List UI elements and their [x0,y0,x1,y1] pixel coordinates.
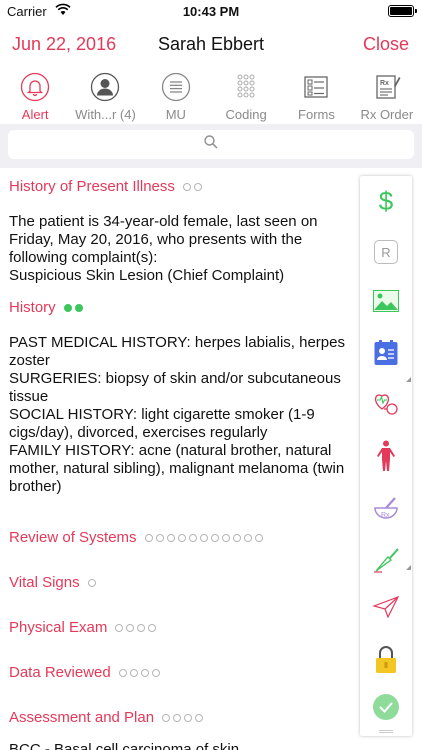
prescription-button[interactable]: Rx [360,491,412,531]
forms-tab[interactable]: Forms [281,66,351,124]
history-text: PAST MEDICAL HISTORY: herpes labialis, h… [9,334,354,496]
mu-label: MU [165,107,186,122]
history-line: PAST MEDICAL HISTORY: herpes labialis, h… [9,334,345,369]
vitals-section-header[interactable]: Vital Signs [9,574,99,591]
forms-label: Forms [298,107,335,122]
plan-text: BCC - Basal cell carcinoma of skin [9,741,354,750]
history-status-dots [63,303,86,312]
history-line: FAMILY HISTORY: acne (natural brother, n… [9,442,345,495]
rx-order-icon: Rx [372,72,402,102]
heart-stethoscope-icon [372,389,400,422]
ros-title: Review of Systems [9,529,137,546]
data-section-header[interactable]: Data Reviewed [9,664,163,681]
hpi-section-header[interactable]: History of Present Illness [9,178,205,195]
with-tab[interactable]: With...r (4) [70,66,140,124]
contact-card-icon [374,339,398,371]
ros-section-header[interactable]: Review of Systems [9,529,266,546]
toolbar: Alert With...r (4) MU Coding Forms Rx Rx… [0,66,422,124]
hpi-line: The patient is 34-year-old female, last … [9,213,318,266]
contact-card-button[interactable] [360,335,412,375]
body-map-button[interactable] [360,438,412,478]
history-line: SURGERIES: biopsy of skin and/or subcuta… [9,370,341,405]
checkmark-icon [372,693,400,726]
exam-status-dots [115,623,159,632]
coding-label: Coding [225,107,267,122]
encounter-date-button[interactable]: Jun 22, 2016 [12,34,116,55]
rx-sidebar-label: Rx [381,512,390,519]
dollar-icon: $ [378,185,394,216]
plan-section-header[interactable]: Assessment and Plan [9,709,206,726]
hpi-status-dots [182,182,205,191]
exam-title: Physical Exam [9,619,108,636]
history-section-header[interactable]: History [9,299,86,316]
search-bar [0,124,422,168]
vitals-title: Vital Signs [9,574,80,591]
lock-icon [375,645,397,679]
forms-icon [301,72,331,102]
rx-order-tab[interactable]: Rx Rx Order [352,66,422,124]
plan-status-dots [162,713,206,722]
mortar-pestle-icon: Rx [372,496,400,527]
scalpel-icon [372,545,400,578]
mu-tab[interactable]: MU [141,66,211,124]
send-button[interactable] [360,589,412,629]
hpi-text: The patient is 34-year-old female, last … [9,213,354,285]
note-content[interactable]: History of Present Illness The patient i… [0,168,358,750]
with-label: With...r (4) [75,107,136,122]
bell-icon [20,72,50,102]
data-status-dots [118,668,163,677]
procedure-button[interactable] [360,541,412,581]
quick-action-sidebar: $ R Rx [360,176,412,736]
corner-indicator [406,377,411,382]
nav-bar: Jun 22, 2016 Sarah Ebbert Close [0,22,422,66]
history-title: History [9,299,56,316]
health-button[interactable] [360,385,412,425]
plan-title: Assessment and Plan [9,709,155,726]
status-time: 10:43 PM [182,4,240,19]
hpi-line: Suspicious Skin Lesion (Chief Complaint) [9,267,285,284]
paper-plane-icon [372,595,400,623]
list-icon [161,72,191,102]
status-bar: Carrier 10:43 PM [0,0,422,22]
svg-text:Rx: Rx [380,80,389,87]
search-icon [204,135,218,154]
coding-tab[interactable]: Coding [211,66,281,124]
rx-order-label: Rx Order [360,107,414,122]
person-icon [90,72,120,102]
images-button[interactable] [360,283,412,323]
data-title: Data Reviewed [9,664,111,681]
billing-button[interactable]: $ [360,181,412,221]
hpi-title: History of Present Illness [9,178,175,195]
sign-complete-button[interactable] [360,689,412,729]
exam-section-header[interactable]: Physical Exam [9,619,159,636]
image-icon [373,289,399,317]
sidebar-drag-handle[interactable] [379,730,393,733]
vitals-status-dots [87,578,99,587]
plan-line: BCC - Basal cell carcinoma of skin [9,741,240,750]
r-icon: R [374,240,398,264]
lock-button[interactable] [360,642,412,682]
r-button[interactable]: R [360,232,412,272]
history-line: SOCIAL HISTORY: light cigarette smoker (… [9,406,315,441]
search-input[interactable] [8,130,414,159]
battery-icon [388,5,417,17]
close-button[interactable]: Close [363,34,409,55]
ros-status-dots [144,533,266,542]
alert-tab[interactable]: Alert [0,66,70,124]
grid-icon [231,72,261,102]
patient-name: Sarah Ebbert [157,34,265,54]
human-body-icon [376,440,396,477]
alert-label: Alert [21,107,49,122]
